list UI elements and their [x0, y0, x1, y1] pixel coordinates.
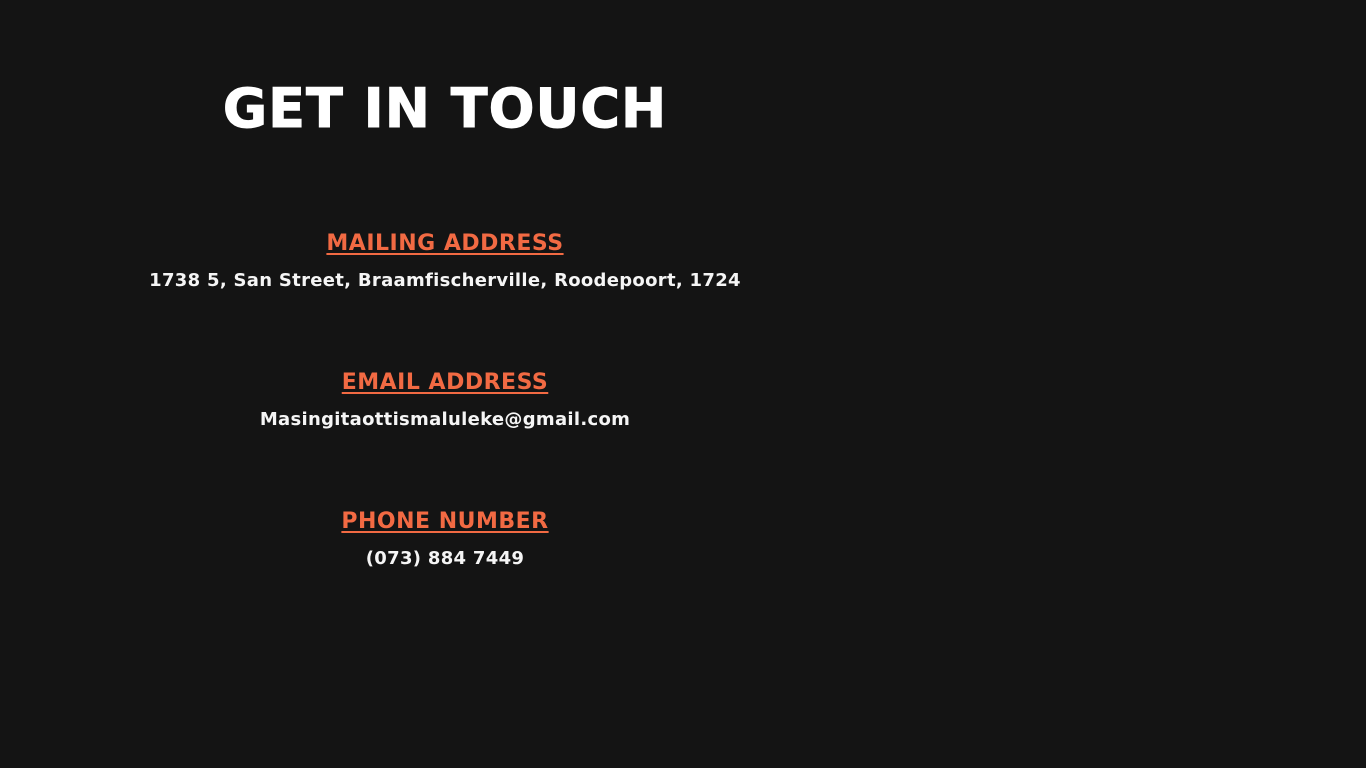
email-address-value[interactable]: Masingitaottismaluleke@gmail.com [0, 408, 890, 432]
contact-section: GET IN TOUCH MAILING ADDRESS 1738 5, San… [0, 0, 890, 768]
email-address-block: EMAIL ADDRESS Masingitaottismaluleke@gma… [0, 369, 890, 432]
mailing-address-value: 1738 5, San Street, Braamfischerville, R… [149, 270, 741, 291]
mailing-address-block: MAILING ADDRESS 1738 5, San Street, Braa… [0, 230, 890, 293]
phone-number-value[interactable]: (073) 884 7449 [0, 547, 890, 571]
contact-page: GET IN TOUCH MAILING ADDRESS 1738 5, San… [0, 0, 1366, 768]
phone-number-heading: PHONE NUMBER [341, 509, 549, 534]
email-address-heading: EMAIL ADDRESS [341, 370, 549, 395]
page-title: GET IN TOUCH [222, 77, 668, 141]
mailing-address-heading: MAILING ADDRESS [326, 231, 564, 256]
phone-number-block: PHONE NUMBER (073) 884 7449 [0, 508, 890, 571]
